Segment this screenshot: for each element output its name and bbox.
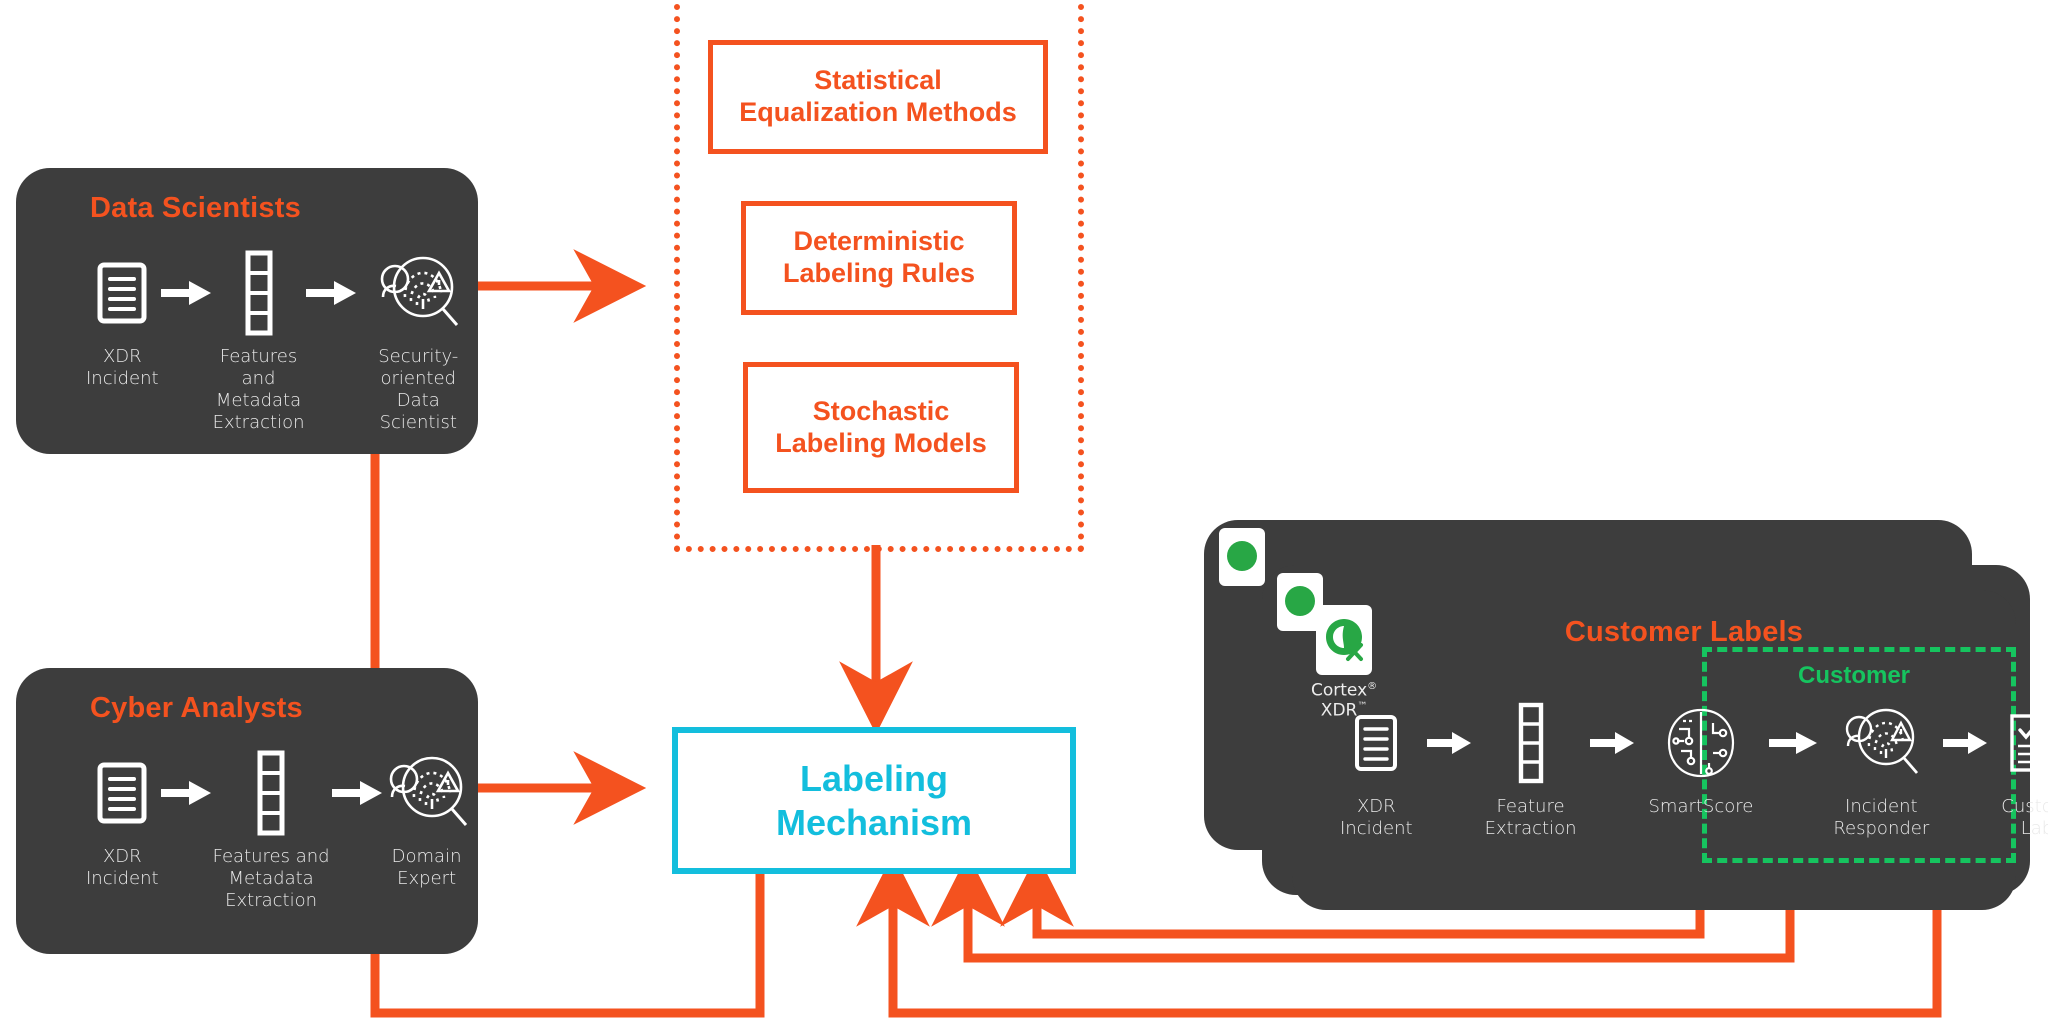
step-caption: CustomerLabel — [2001, 796, 2048, 839]
feature-vector-icon — [1517, 700, 1545, 786]
cortex-xdr-logo-back2 — [1219, 528, 1265, 586]
feature-vector-icon — [256, 750, 286, 836]
document-icon — [96, 250, 148, 336]
step-security-data-scientist[interactable]: Security-oriented Data Scientist — [358, 250, 478, 434]
method-box-label: Stochastic Labeling Models — [775, 395, 987, 458]
document-icon — [96, 750, 148, 836]
fingerprint-magnifier-icon — [384, 750, 470, 836]
method-box-label: Deterministic Labeling Rules — [782, 226, 976, 288]
panel-title-data-scientists: Data Scientists — [90, 192, 301, 224]
step-caption: Incident Responder — [1833, 796, 1930, 839]
step-caption: XDR Incident — [86, 846, 159, 889]
step-feature-extraction[interactable]: Feature Extraction — [1484, 700, 1577, 840]
brain-circuit-icon — [1663, 700, 1739, 786]
pipeline-data-scientists: XDR Incident Features and Metadata Extracti… — [86, 250, 478, 434]
registered-mark-icon: ® — [1367, 681, 1378, 692]
method-box-stochastic-labeling[interactable]: Stochastic Labeling Models — [743, 362, 1019, 493]
step-customer-label[interactable]: CustomerLabel — [2001, 700, 2048, 840]
customer-subgroup-title: Customer — [1797, 662, 1911, 689]
method-box-statistical-equalization[interactable]: Statistical Equalization Methods — [708, 40, 1048, 154]
step-caption: Security-oriented Data Scientist — [378, 346, 459, 433]
step-caption: XDR Incident — [86, 346, 159, 389]
step-xdr-incident[interactable]: XDR Incident — [86, 750, 159, 890]
step-incident-responder[interactable]: Incident Responder — [1833, 700, 1929, 840]
step-caption: Feature Extraction — [1484, 796, 1577, 839]
arrow-icon — [1413, 700, 1485, 786]
cortex-xdr-logo — [1219, 528, 1265, 586]
step-caption: Features and Metadata Extraction — [212, 846, 330, 911]
step-caption: SmartScore — [1648, 796, 1754, 817]
checklist-icon — [2009, 700, 2048, 786]
labeling-mechanism-label: Labeling Mechanism — [775, 758, 973, 843]
step-smartscore[interactable]: SmartScore — [1648, 700, 1753, 818]
method-box-label: Statistical Equalization Methods — [739, 65, 1017, 127]
panel-title-customer-labels: Customer Labels — [1564, 616, 1804, 648]
arrow-icon — [1929, 700, 2001, 786]
step-domain-expert[interactable]: Domain Expert — [384, 750, 470, 890]
feature-vector-icon — [244, 250, 274, 336]
labeling-mechanism-box[interactable]: Labeling Mechanism — [672, 727, 1076, 874]
diagram-canvas: Data Scientists XDR Incident Features an… — [0, 0, 2048, 1028]
cortex-xdr-logo — [1316, 605, 1373, 675]
pipeline-customer-labels: XDR Incident Feature Extraction SmartSco… — [1340, 700, 2048, 840]
panel-title-cyber-analysts: Cyber Analysts — [90, 692, 303, 724]
arrow-icon — [330, 750, 384, 836]
pipeline-cyber-analysts: XDR Incident Features and Metadata Extracti… — [86, 750, 470, 912]
step-xdr-incident[interactable]: XDR Incident — [86, 250, 159, 390]
step-caption: Domain Expert — [391, 846, 462, 889]
arrow-icon — [159, 750, 213, 836]
document-icon — [1353, 700, 1399, 786]
arrow-icon — [1753, 700, 1833, 786]
step-feature-extraction[interactable]: Features and Metadata Extraction — [213, 750, 330, 912]
product-name: Cortex — [1311, 680, 1368, 701]
arrow-icon — [159, 250, 213, 336]
arrow-icon — [304, 250, 358, 336]
step-caption: Features and Metadata Extraction — [212, 346, 305, 433]
panel-cyber-analysts[interactable]: Cyber Analysts XDR Incident Features and… — [16, 668, 478, 954]
fingerprint-magnifier-icon — [1841, 700, 1921, 786]
panel-data-scientists[interactable]: Data Scientists XDR Incident Features an… — [16, 168, 478, 454]
step-caption: XDR Incident — [1340, 796, 1413, 839]
fingerprint-magnifier-icon — [375, 250, 461, 336]
step-feature-extraction[interactable]: Features and Metadata Extraction — [212, 250, 305, 434]
method-box-deterministic-labeling[interactable]: Deterministic Labeling Rules — [741, 201, 1017, 315]
arrow-icon — [1576, 700, 1648, 786]
step-xdr-incident[interactable]: XDR Incident — [1340, 700, 1413, 840]
